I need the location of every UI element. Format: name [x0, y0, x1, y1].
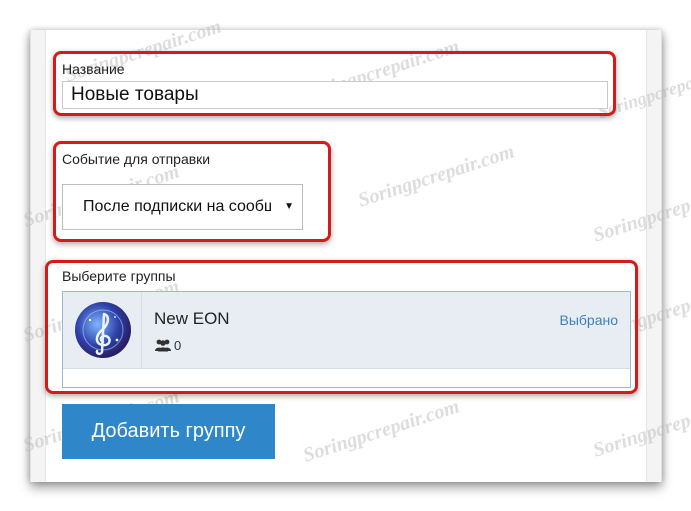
panel-right-edge [646, 30, 661, 482]
panel-left-edge [31, 30, 46, 482]
event-field-highlight [53, 141, 331, 242]
name-field-highlight [53, 51, 616, 116]
groups-field-highlight [45, 260, 638, 394]
add-group-button[interactable]: Добавить группу [62, 404, 275, 459]
